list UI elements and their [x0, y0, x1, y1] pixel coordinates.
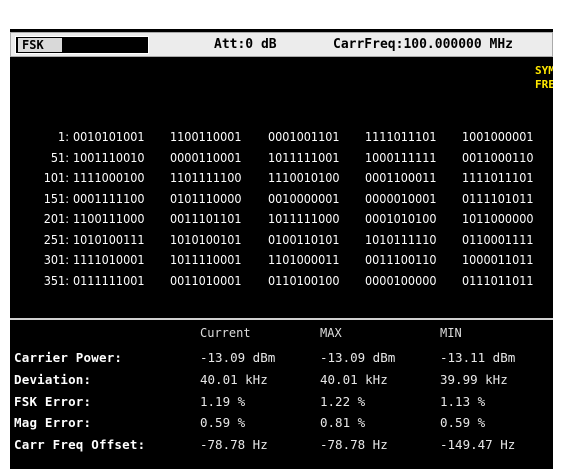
bit-word: 0011010001 — [170, 272, 242, 288]
bit-word: 1001110010 — [73, 149, 145, 165]
bit-word: 0011100110 — [365, 252, 437, 267]
measurement-row: Mag Error: 0.59 % 0.81 % 0.59 % — [10, 415, 553, 435]
bit-row-index: 101: — [43, 170, 69, 185]
bit-word: 1010100111 — [73, 231, 145, 247]
measurement-row: FSK Error: 1.19 % 1.22 % 1.13 % — [10, 394, 553, 414]
bit-word: 1111010001 — [73, 252, 145, 267]
bit-word: 1000011011 — [462, 252, 534, 267]
bit-row: 251: 1010100111 1010100101 0100110101 101011… — [10, 232, 553, 252]
bit-word: 0101110000 — [170, 190, 242, 206]
bit-row-index: 151: — [43, 190, 69, 206]
measurement-value-max: 0.81 % — [320, 415, 366, 431]
bit-word: 1011110001 — [170, 252, 242, 267]
bit-word: 0100110101 — [268, 231, 340, 247]
measurement-value-current: -78.78 Hz — [200, 437, 268, 453]
measurement-value-min: -149.47 Hz — [440, 437, 516, 453]
bit-word: 0110100100 — [268, 272, 340, 288]
bit-word: 0000100000 — [365, 272, 437, 288]
bit-row-index: 301: — [43, 252, 69, 267]
bit-row-index: 251: — [43, 231, 69, 247]
bit-word: 0011101101 — [170, 211, 242, 226]
measurement-value-max: 1.22 % — [320, 393, 366, 409]
bit-word: 0001100011 — [365, 170, 437, 185]
bit-word: 1010100101 — [170, 231, 242, 247]
measurement-value-current: 0.59 % — [200, 415, 246, 431]
measurement-panel: Current MAX MIN Carrier Power: -13.09 dBm… — [10, 320, 553, 469]
bit-row: 151: 0001111100 0101110000 0010000001 000001… — [10, 191, 553, 211]
bit-word: 0010101001 — [73, 129, 145, 144]
bit-row-index: 1: — [58, 129, 69, 144]
bit-word: 1100111000 — [73, 211, 145, 226]
column-header-current: Current — [200, 326, 251, 340]
carrier-frequency-readout: CarrFreq:100.000000 MHz — [333, 37, 514, 52]
measurement-label: FSK Error: — [14, 393, 92, 409]
bit-row: 201: 1100111000 0011101101 1011111000 000101… — [10, 211, 553, 231]
measurement-value-max: 40.01 kHz — [320, 371, 388, 387]
bit-word: 1101111100 — [170, 170, 242, 185]
measurement-label: Carr Freq Offset: — [14, 437, 146, 453]
bit-word: 1111011101 — [462, 170, 534, 185]
bit-word: 0111101011 — [462, 190, 534, 206]
bit-word: 0001001101 — [268, 129, 340, 144]
bit-word: 0011000110 — [462, 149, 534, 165]
measurement-label: Deviation: — [14, 371, 92, 387]
bit-row: 301: 1111010001 1011110001 1101000011 001110… — [10, 252, 553, 272]
bit-word: 0000010001 — [365, 190, 437, 206]
status-bar: FSK Att:0 dB CarrFreq:100.000000 MHz — [10, 32, 553, 57]
measurement-value-current: 40.01 kHz — [200, 371, 268, 387]
measurement-value-max: -78.78 Hz — [320, 437, 388, 453]
bit-word: 1001000001 — [462, 129, 534, 144]
bit-word: 0001010100 — [365, 211, 437, 226]
column-header-max: MAX — [320, 326, 342, 340]
mode-label: FSK — [18, 38, 62, 52]
bit-word: 1011000000 — [462, 211, 534, 226]
measurement-value-current: 1.19 % — [200, 393, 246, 409]
symbol-frequency-indicator: SYMBOL FREQ — [535, 64, 553, 91]
bit-word: 1111000100 — [73, 170, 145, 185]
bit-word: 1011111000 — [268, 211, 340, 226]
bit-word: 0000110001 — [170, 149, 242, 165]
bit-word: 0001111100 — [73, 190, 145, 206]
bit-row: 51: 1001110010 0000110001 1011111001 1000111… — [10, 150, 553, 170]
bit-row: 351: 0111111001 0011010001 0110100100 000010… — [10, 273, 553, 293]
bit-word: 0110001111 — [462, 231, 534, 247]
bit-word: 1111011101 — [365, 129, 437, 144]
bit-row: 1: 0010101001 1100110001 0001001101 11110111… — [10, 129, 553, 149]
measurement-value-current: -13.09 dBm — [200, 350, 276, 365]
analyzer-screen: FSK Att:0 dB CarrFreq:100.000000 MHz SYM… — [10, 29, 553, 469]
mode-badge: FSK — [15, 36, 149, 54]
measurement-row: Deviation: 40.01 kHz 40.01 kHz 39.99 kHz — [10, 372, 553, 392]
bit-word: 0111111001 — [73, 272, 145, 288]
bit-word: 1100110001 — [170, 129, 242, 144]
attenuation-readout: Att:0 dB — [214, 37, 277, 52]
measurement-row: Carrier Power: -13.09 dBm -13.09 dBm -13.11… — [10, 350, 553, 370]
measurement-row: Carr Freq Offset: -78.78 Hz -78.78 Hz -149.… — [10, 437, 553, 457]
bit-word: 1010111110 — [365, 231, 437, 247]
bit-row-index: 201: — [43, 211, 69, 226]
bit-word: 1101000011 — [268, 252, 340, 267]
measurement-value-min: 1.13 % — [440, 393, 486, 409]
bit-word: 1011111001 — [268, 149, 340, 165]
measurement-value-min: 0.59 % — [440, 415, 486, 431]
measurement-value-min: -13.11 dBm — [440, 350, 516, 365]
bit-word: 1110010100 — [268, 170, 340, 185]
bit-row-index: 351: — [43, 272, 69, 288]
measurement-label: Mag Error: — [14, 415, 92, 431]
measurement-value-max: -13.09 dBm — [320, 350, 396, 365]
bit-word: 0111011011 — [462, 272, 534, 288]
bit-word: 0010000001 — [268, 190, 340, 206]
bit-row: 101: 1111000100 1101111100 1110010100 000110… — [10, 170, 553, 190]
bit-word: 1000111111 — [365, 149, 437, 165]
column-header-min: MIN — [440, 326, 462, 340]
measurement-value-min: 39.99 kHz — [440, 371, 508, 387]
bit-row-index: 51: — [50, 149, 69, 165]
measurement-label: Carrier Power: — [14, 350, 123, 365]
